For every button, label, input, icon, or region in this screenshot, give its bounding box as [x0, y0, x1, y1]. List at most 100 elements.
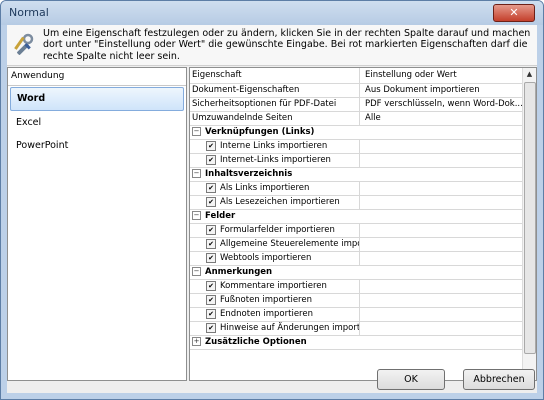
category-row[interactable]: − Felder: [190, 210, 522, 224]
application-item-excel[interactable]: Excel: [10, 112, 184, 134]
checkbox-checked-icon[interactable]: ✔: [206, 238, 216, 249]
category-row[interactable]: + Zusätzliche Optionen: [190, 336, 522, 350]
property-name: ✔ Endnoten importieren: [190, 308, 360, 321]
checkbox-property-row[interactable]: ✔ Interne Links importieren: [190, 140, 522, 154]
info-banner: Um eine Eigenschaft festzulegen oder zu …: [7, 25, 537, 66]
property-value[interactable]: Aus Dokument importieren: [361, 84, 522, 97]
property-label: Fußnoten importieren: [220, 295, 312, 305]
checkbox-checked-icon[interactable]: ✔: [206, 294, 216, 305]
category-label: + Zusätzliche Optionen: [190, 336, 522, 349]
property-label: Interne Links importieren: [220, 141, 328, 151]
cancel-button[interactable]: Abbrechen: [463, 369, 535, 390]
category-text: Verknüpfungen (Links): [205, 127, 315, 137]
checkbox-property-row[interactable]: ✔ Allgemeine Steuerelemente impo...: [190, 238, 522, 252]
checkbox-property-row[interactable]: ✔ Internet-Links importieren: [190, 154, 522, 168]
property-label: Umzuwandelnde Seiten: [192, 113, 293, 123]
category-row[interactable]: − Verknüpfungen (Links): [190, 126, 522, 140]
property-value[interactable]: [361, 182, 522, 195]
checkbox-property-row[interactable]: ✔ Fußnoten importieren: [190, 294, 522, 308]
close-icon: ✕: [509, 6, 519, 19]
checkbox-checked-icon[interactable]: ✔: [206, 308, 216, 319]
vertical-scrollbar[interactable]: ▲ ▼: [522, 68, 536, 380]
collapse-icon[interactable]: −: [192, 169, 201, 178]
category-text: Zusätzliche Optionen: [205, 337, 307, 347]
property-value[interactable]: [361, 196, 522, 209]
category-label: − Felder: [190, 210, 522, 223]
property-value[interactable]: Alle: [361, 112, 522, 125]
property-name: ✔ Formularfelder importieren: [190, 224, 360, 237]
checkbox-checked-icon[interactable]: ✔: [206, 196, 216, 207]
category-text: Felder: [205, 211, 236, 221]
property-value[interactable]: [361, 252, 522, 265]
property-name: Dokument-Eigenschaften: [190, 84, 360, 97]
property-name: Sicherheitsoptionen für PDF-Datei: [190, 98, 360, 111]
category-label: − Verknüpfungen (Links): [190, 126, 522, 139]
checkbox-checked-icon[interactable]: ✔: [206, 224, 216, 235]
title-bar[interactable]: Normal ✕: [1, 1, 543, 25]
collapse-icon[interactable]: −: [192, 127, 201, 136]
checkbox-checked-icon[interactable]: ✔: [206, 252, 216, 263]
property-label: Allgemeine Steuerelemente impo...: [220, 239, 360, 249]
property-name: ✔ Kommentare importieren: [190, 280, 360, 293]
category-text: Anmerkungen: [205, 267, 273, 277]
property-value[interactable]: [361, 224, 522, 237]
property-value[interactable]: [361, 154, 522, 167]
ok-button[interactable]: OK: [377, 369, 445, 390]
grid-header: Eigenschaft Einstellung oder Wert: [190, 68, 522, 84]
checkbox-property-row[interactable]: ✔ Endnoten importieren: [190, 308, 522, 322]
checkbox-property-row[interactable]: ✔ Als Lesezeichen importieren: [190, 196, 522, 210]
checkbox-property-row[interactable]: ✔ Webtools importieren: [190, 252, 522, 266]
checkbox-property-row[interactable]: ✔ Kommentare importieren: [190, 280, 522, 294]
property-value[interactable]: [361, 238, 522, 251]
application-item-powerpoint[interactable]: PowerPoint: [10, 135, 184, 157]
property-row[interactable]: Umzuwandelnde Seiten Alle: [190, 112, 522, 126]
property-value[interactable]: PDF verschlüsseln, wenn Word-Dok...: [361, 98, 522, 111]
dialog-window: Normal ✕ Um eine Eigenschaft festzulegen…: [0, 0, 544, 400]
checkbox-checked-icon[interactable]: ✔: [206, 280, 216, 291]
checkbox-checked-icon[interactable]: ✔: [206, 154, 216, 165]
category-label: − Inhaltsverzeichnis: [190, 168, 522, 181]
value-column-header: Einstellung oder Wert: [365, 70, 457, 80]
property-value[interactable]: [361, 308, 522, 321]
property-name: ✔ Hinweise auf Änderungen importi...: [190, 322, 360, 335]
property-row[interactable]: Sicherheitsoptionen für PDF-Datei PDF ver…: [190, 98, 522, 112]
property-grid-body: Eigenschaft Einstellung oder Wert Dokume…: [190, 68, 522, 350]
property-row[interactable]: Dokument-Eigenschaften Aus Dokument impor…: [190, 84, 522, 98]
application-list: Anwendung Word Excel PowerPoint: [7, 67, 187, 381]
property-value[interactable]: [361, 280, 522, 293]
property-name: Umzuwandelnde Seiten: [190, 112, 360, 125]
application-item-word[interactable]: Word: [10, 87, 184, 111]
property-name: ✔ Webtools importieren: [190, 252, 360, 265]
dialog-client: Um eine Eigenschaft festzulegen oder zu …: [7, 25, 537, 393]
property-grid: Eigenschaft Einstellung oder Wert Dokume…: [189, 67, 537, 381]
checkbox-property-row[interactable]: ✔ Als Links importieren: [190, 182, 522, 196]
category-row[interactable]: − Inhaltsverzeichnis: [190, 168, 522, 182]
checkbox-checked-icon[interactable]: ✔: [206, 140, 216, 151]
property-name: ✔ Allgemeine Steuerelemente impo...: [190, 238, 360, 251]
expand-icon[interactable]: +: [192, 337, 201, 346]
scrollbar-thumb[interactable]: [524, 82, 536, 354]
property-value[interactable]: [361, 294, 522, 307]
property-value[interactable]: [361, 322, 522, 335]
info-text: Um eine Eigenschaft festzulegen oder zu …: [43, 28, 531, 62]
checkbox-property-row[interactable]: ✔ Hinweise auf Änderungen importi...: [190, 322, 522, 336]
property-label: Kommentare importieren: [220, 281, 327, 291]
checkbox-checked-icon[interactable]: ✔: [206, 182, 216, 193]
tools-icon: [14, 33, 34, 55]
property-value[interactable]: [361, 140, 522, 153]
category-text: Inhaltsverzeichnis: [205, 169, 293, 179]
property-label: Sicherheitsoptionen für PDF-Datei: [192, 99, 337, 109]
category-row[interactable]: − Anmerkungen: [190, 266, 522, 280]
property-label: Formularfelder importieren: [220, 225, 335, 235]
checkbox-property-row[interactable]: ✔ Formularfelder importieren: [190, 224, 522, 238]
checkbox-checked-icon[interactable]: ✔: [206, 322, 216, 333]
window-title: Normal: [9, 6, 49, 19]
property-name: ✔ Fußnoten importieren: [190, 294, 360, 307]
collapse-icon[interactable]: −: [192, 267, 201, 276]
collapse-icon[interactable]: −: [192, 211, 201, 220]
property-label: Als Lesezeichen importieren: [220, 197, 340, 207]
property-label: Internet-Links importieren: [220, 155, 331, 165]
scroll-up-icon[interactable]: ▲: [523, 68, 536, 81]
close-button[interactable]: ✕: [493, 4, 535, 22]
application-list-header: Anwendung: [8, 68, 186, 86]
